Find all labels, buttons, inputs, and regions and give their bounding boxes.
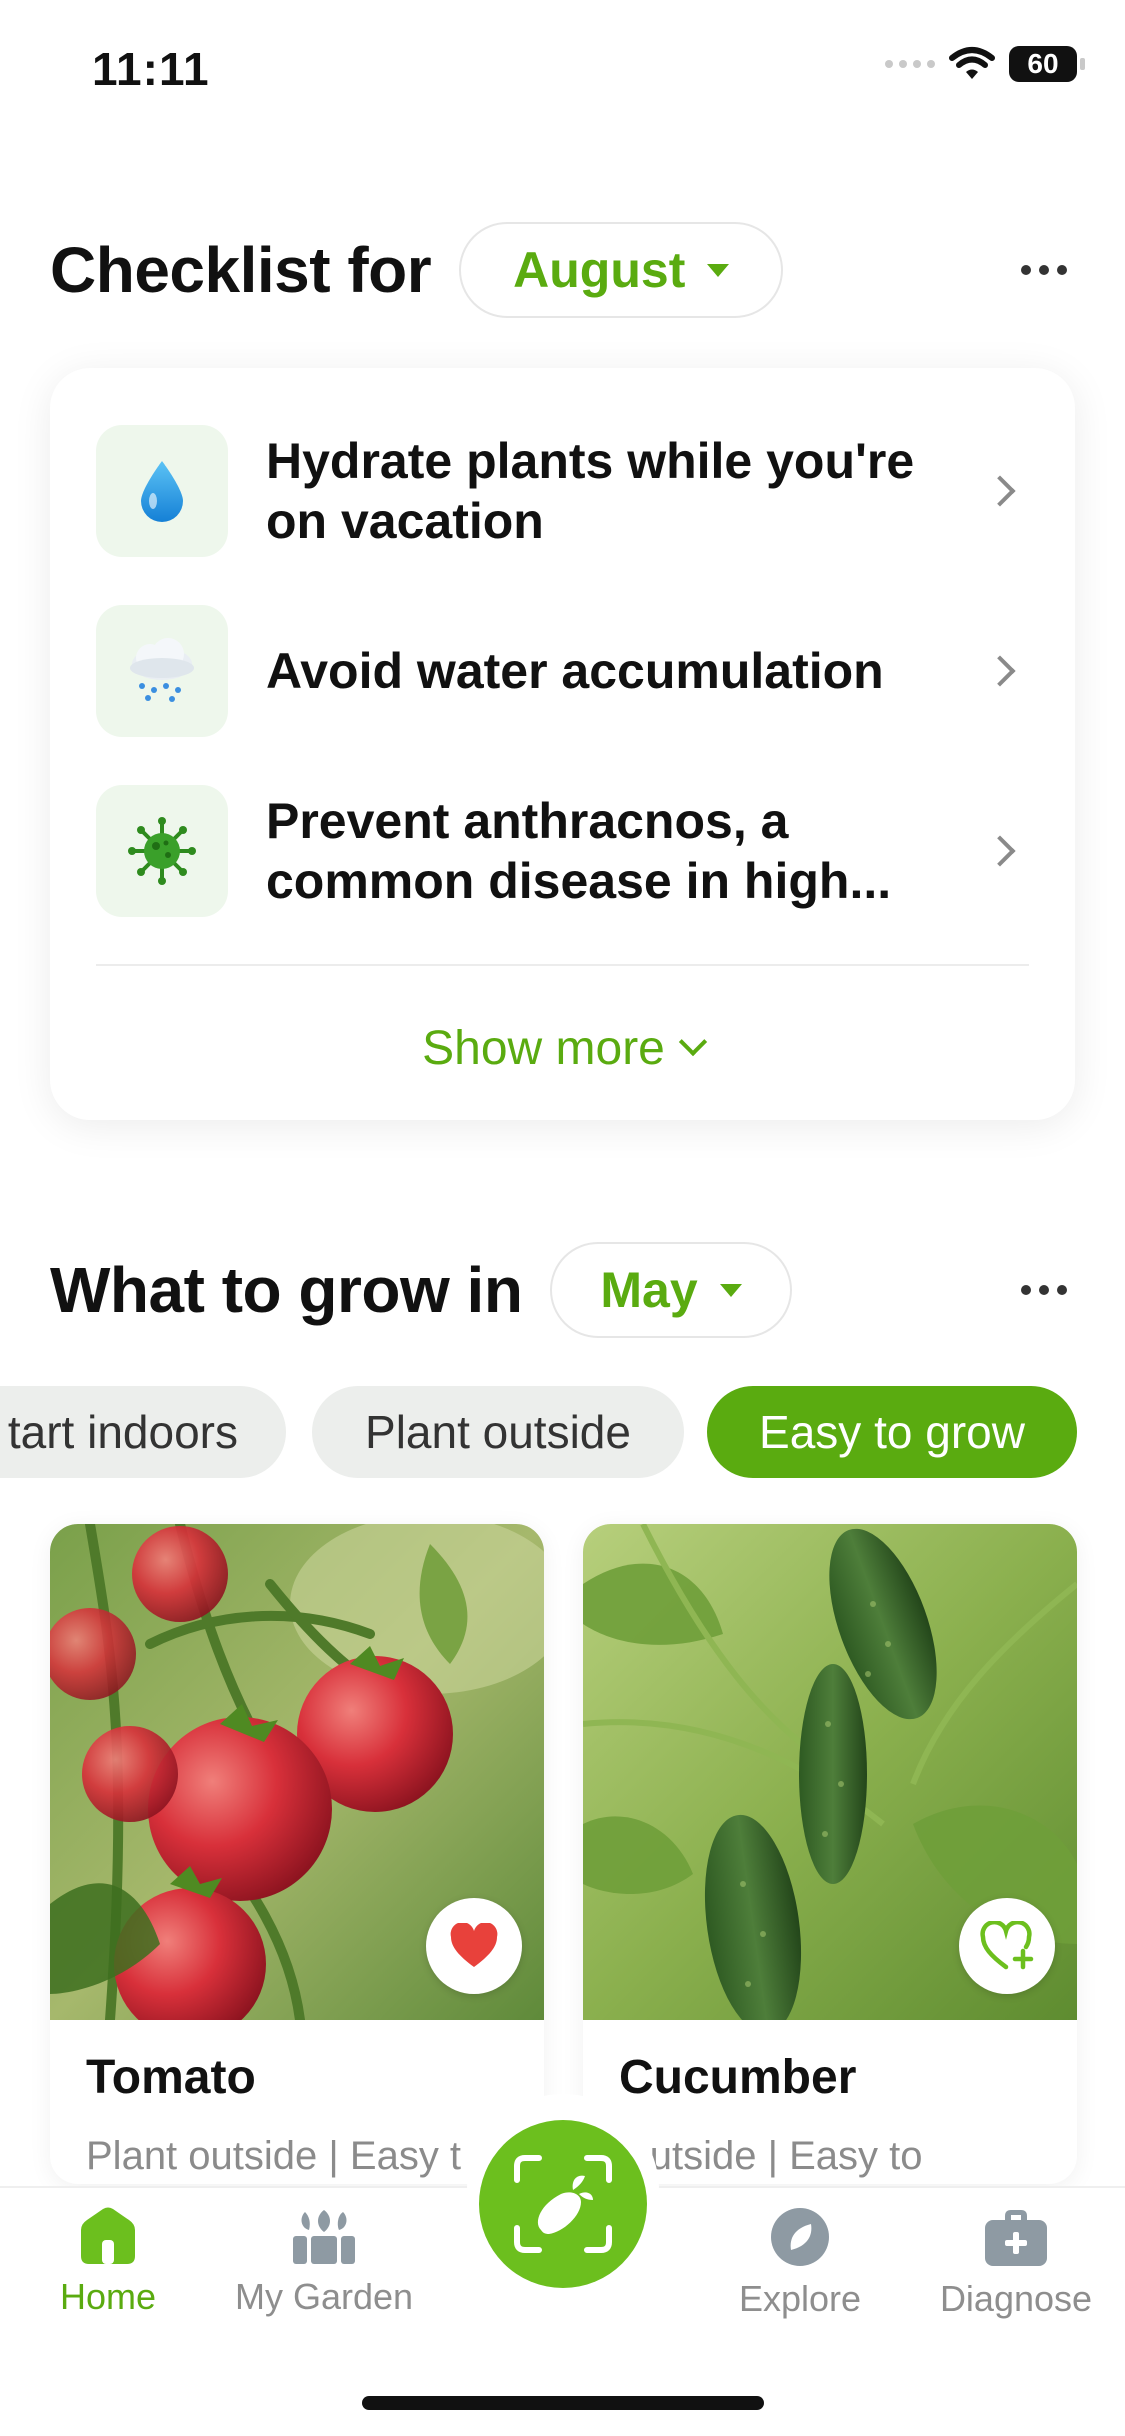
grow-month-label: May [600,1262,698,1318]
chevron-right-icon [984,835,1016,867]
checklist-item[interactable]: Prevent anthracnos, a common disease in … [96,784,1029,918]
compass-icon [771,2208,829,2266]
grow-header: What to grow in May [50,1242,1075,1338]
checklist-item-text: Hydrate plants while you're on vacation [266,433,915,549]
rain-cloud-icon [96,605,228,737]
checklist-title: Checklist for [50,234,432,306]
plant-scan-icon [514,2155,612,2253]
scan-plant-button[interactable] [479,2120,647,2288]
grow-title: What to grow in [50,1254,523,1326]
chevron-right-icon [984,475,1016,507]
nav-diagnose-label: Diagnose [939,2278,1093,2319]
chevron-right-icon [984,655,1016,687]
checklist-item-text: Prevent anthracnos, a common disease in … [266,793,892,909]
screen: 11:11 60 Checklist for August Hydrate pl… [0,0,1125,2436]
favorite-button[interactable] [426,1898,522,1994]
home-icon [81,2207,135,2264]
nav-home-label: Home [59,2276,157,2317]
checklist-header: Checklist for August [50,222,1075,318]
plant-card-cucumber[interactable]: Cucumber nt outside | Easy to [583,1524,1077,2184]
garden-icon [293,2210,355,2264]
chevron-down-icon [678,1027,708,1057]
nav-my-garden-label: My Garden [234,2276,414,2317]
checklist-more-icon[interactable] [1021,265,1075,275]
status-icons: 60 [885,46,1085,82]
nav-home[interactable]: Home [8,2206,208,2318]
nav-explore-label: Explore [738,2278,862,2319]
chip-start-indoors[interactable]: tart indoors [0,1386,286,1478]
checklist-month-label: August [513,242,686,298]
wifi-icon [949,47,995,79]
caret-down-icon [707,263,730,277]
divider [96,964,1029,966]
water-drop-icon [96,425,228,557]
grow-month-dropdown[interactable]: May [550,1242,792,1338]
checklist-month-dropdown[interactable]: August [459,222,784,318]
checklist-item-text: Avoid water accumulation [266,643,884,699]
home-indicator [362,2396,764,2410]
heart-add-icon [980,1921,1034,1970]
filter-chips: tart indoors Plant outside Easy to grow [0,1386,1125,1478]
plant-card-tomato[interactable]: Tomato Plant outside | Easy t [50,1524,544,2184]
chip-easy-to-grow[interactable]: Easy to grow [707,1386,1077,1478]
battery-icon: 60 [1009,46,1085,82]
show-more-button[interactable]: Show more [50,1008,1075,1088]
heart-filled-icon [450,1923,498,1967]
status-time: 11:11 [92,43,210,95]
caret-down-icon [719,1283,742,1297]
plant-tags: Plant outside | Easy t [86,2134,462,2178]
favorite-button[interactable] [959,1898,1055,1994]
grow-more-icon[interactable] [1021,1285,1075,1295]
battery-level: 60 [1027,48,1059,79]
virus-icon [96,785,228,917]
nav-explore[interactable]: Explore [700,2206,900,2320]
nav-diagnose[interactable]: Diagnose [916,2206,1116,2320]
checklist-item[interactable]: Hydrate plants while you're on vacation [96,424,1029,558]
cellular-signal-icon [885,60,935,68]
first-aid-kit-icon [985,2210,1047,2266]
plant-name: Tomato [86,2051,256,2104]
show-more-label: Show more [422,1021,665,1075]
plant-name: Cucumber [619,2051,857,2104]
checklist-item[interactable]: Avoid water accumulation [96,604,1029,738]
nav-my-garden[interactable]: My Garden [224,2206,424,2318]
chip-plant-outside[interactable]: Plant outside [312,1386,684,1478]
checklist-card: Hydrate plants while you're on vacation … [50,368,1075,1120]
